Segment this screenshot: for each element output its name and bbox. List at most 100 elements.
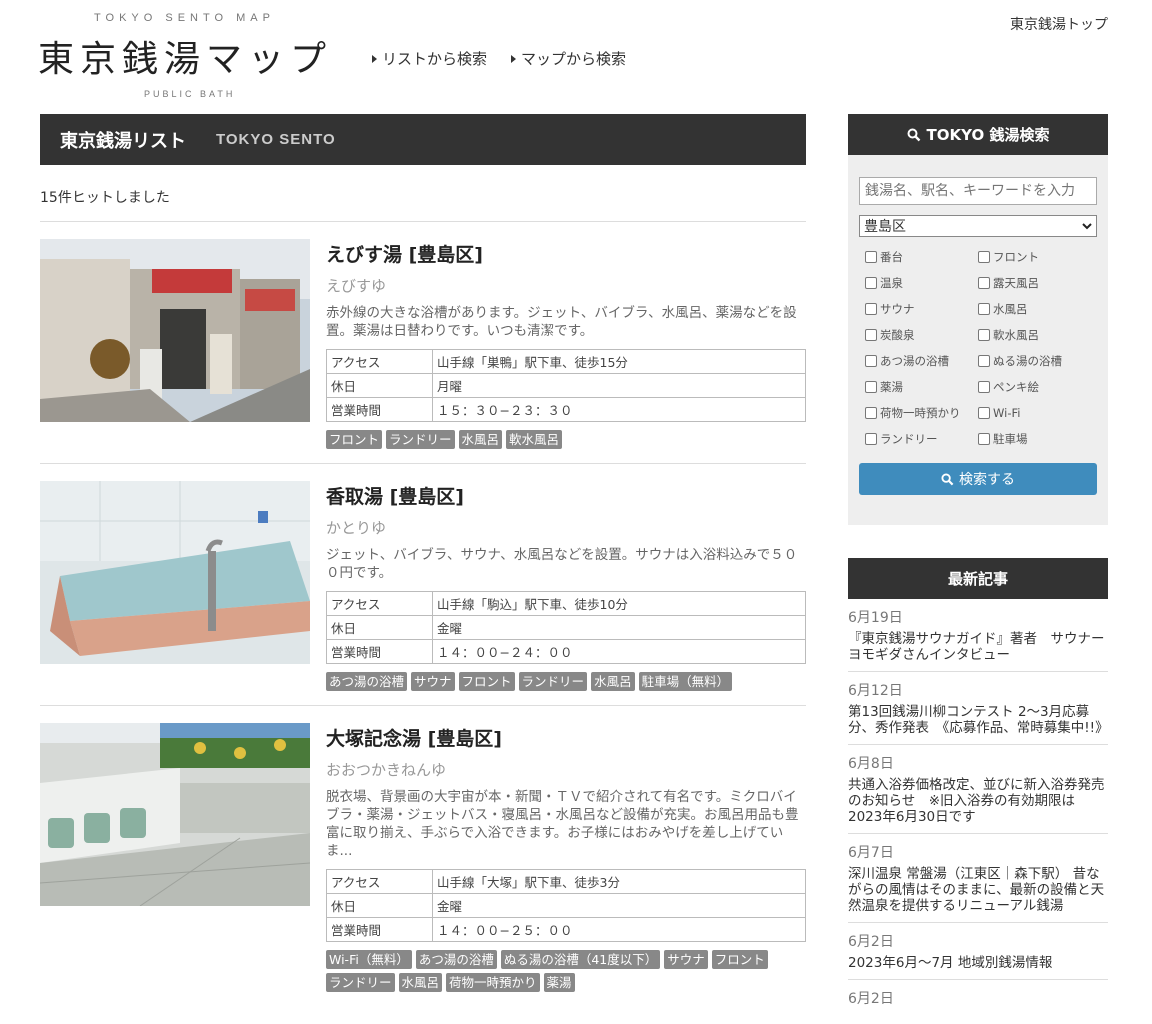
- facility-tags: Wi-Fi（無料） あつ湯の浴槽 ぬる湯の浴槽（41度以下） サウナ フロント …: [326, 950, 806, 992]
- facility-checkboxes: 番台 フロント 温泉 露天風呂 サウナ 水風呂 炭酸泉 軟水風呂 あつ湯の浴槽 …: [865, 249, 1097, 447]
- search-icon: [907, 128, 920, 141]
- checkbox-tansansen[interactable]: 炭酸泉: [865, 327, 978, 343]
- keyword-search-input[interactable]: [859, 177, 1097, 205]
- site-logo[interactable]: 東京銭湯マップ: [38, 30, 332, 82]
- facility-tag: ランドリー: [518, 672, 588, 691]
- checkbox-label: 荷物一時預かり: [880, 406, 961, 420]
- sento-kana: おおつかきねんゆ: [326, 761, 447, 779]
- nav-list-search[interactable]: リストから検索: [372, 48, 487, 69]
- search-button[interactable]: 検索する: [859, 463, 1097, 495]
- access-value: 山手線「大塚」駅下車、徒歩3分: [432, 869, 806, 894]
- sento-photo[interactable]: [40, 481, 310, 664]
- facility-tag: Wi-Fi（無料）: [326, 950, 412, 969]
- access-label: アクセス: [326, 869, 433, 894]
- main-nav: リストから検索 マップから検索: [372, 48, 626, 69]
- facility-tag: 薬湯: [543, 973, 575, 992]
- checkbox-mizuburo[interactable]: 水風呂: [978, 301, 1091, 317]
- news-date: 6月7日: [848, 845, 894, 861]
- access-value: 山手線「巣鴨」駅下車、徒歩15分: [432, 349, 806, 374]
- checkbox-label: サウナ: [880, 302, 915, 316]
- checkbox[interactable]: [865, 329, 877, 341]
- ward-select[interactable]: 豊島区: [859, 215, 1097, 237]
- checkbox-front[interactable]: フロント: [978, 249, 1091, 265]
- checkbox-bandai[interactable]: 番台: [865, 249, 978, 265]
- ward-select-value: 豊島区: [864, 219, 906, 235]
- checkbox[interactable]: [865, 407, 877, 419]
- news-item[interactable]: 6月8日 共通入浴券価格改定、並びに新入浴券発売のお知らせ ※旧入浴券の有効期限…: [848, 745, 1108, 834]
- checkbox-sauna[interactable]: サウナ: [865, 301, 978, 317]
- checkbox[interactable]: [865, 277, 877, 289]
- news-item[interactable]: 6月2日 2023年6月〜7月 地域別銭湯情報: [848, 923, 1108, 980]
- sento-kana: えびすゆ: [326, 277, 387, 295]
- hours-value: １４：００−２４：００: [432, 639, 806, 664]
- checkbox-rotenburo[interactable]: 露天風呂: [978, 275, 1091, 291]
- checkbox-parking[interactable]: 駐車場: [978, 431, 1091, 447]
- facility-tag: 水風呂: [591, 672, 635, 691]
- checkbox[interactable]: [865, 251, 877, 263]
- checkbox-label: Wi-Fi: [993, 406, 1021, 420]
- news-title[interactable]: 深川温泉 常盤湯（江東区｜森下駅） 昔ながらの風情はそのままに、最新の設備と天然…: [848, 866, 1108, 914]
- closed-value: 月曜: [432, 373, 806, 398]
- checkbox-atsuyu[interactable]: あつ湯の浴槽: [865, 353, 978, 369]
- checkbox-nuruyu[interactable]: ぬる湯の浴槽: [978, 353, 1091, 369]
- checkbox-label: フロント: [993, 250, 1039, 264]
- checkbox[interactable]: [978, 277, 990, 289]
- facility-tag: あつ湯の浴槽: [326, 672, 408, 691]
- news-item[interactable]: 6月7日 深川温泉 常盤湯（江東区｜森下駅） 昔ながらの風情はそのままに、最新の…: [848, 834, 1108, 923]
- sento-photo[interactable]: [40, 723, 310, 906]
- facility-tag: ランドリー: [326, 973, 395, 992]
- facility-tag: 水風呂: [398, 973, 443, 992]
- facility-tag: サウナ: [411, 672, 455, 691]
- checkbox-penkie[interactable]: ペンキ絵: [978, 379, 1091, 395]
- checkbox[interactable]: [978, 381, 990, 393]
- list-title-en: TOKYO SENTO: [216, 131, 336, 148]
- checkbox-label: ランドリー: [880, 432, 938, 446]
- sento-description: 脱衣場、背景画の大宇宙が本・新聞・ＴＶで紹介されて有名です。ミクロバイブラ・薬湯…: [326, 789, 799, 859]
- list-title: 東京銭湯リスト: [60, 130, 186, 152]
- checkbox[interactable]: [978, 355, 990, 367]
- news-title[interactable]: 『東京銭湯サウナガイド』著者 サウナーヨモギダさんインタビュー: [848, 631, 1108, 663]
- sento-name[interactable]: 大塚記念湯 [豊島区]: [326, 724, 806, 751]
- sento-photo[interactable]: [40, 239, 310, 422]
- news-title[interactable]: 2023年6月〜7月 地域別銭湯情報: [848, 955, 1108, 971]
- closed-value: 金曜: [432, 615, 806, 640]
- checkbox[interactable]: [978, 251, 990, 263]
- hours-label: 営業時間: [326, 397, 433, 422]
- checkbox-wifi[interactable]: Wi-Fi: [978, 405, 1091, 421]
- news-title[interactable]: 共通入浴券価格改定、並びに新入浴券発売のお知らせ ※旧入浴券の有効期限は2023…: [848, 777, 1108, 825]
- checkbox-yakuto[interactable]: 薬湯: [865, 379, 978, 395]
- checkbox-laundry[interactable]: ランドリー: [865, 431, 978, 447]
- checkbox-label: 軟水風呂: [993, 328, 1039, 342]
- hours-value: １４：００−２５：００: [432, 917, 806, 942]
- sento-info-table: アクセス 山手線「巣鴨」駅下車、徒歩15分 休日 月曜 営業時間 １５：３０−２３：３…: [326, 349, 806, 422]
- facility-tag: ぬる湯の浴槽（41度以下）: [500, 950, 661, 969]
- news-title[interactable]: 第13回銭湯川柳コンテスト 2〜3月応募分、秀作発表 《応募作品、常時募集中!!…: [848, 704, 1109, 736]
- list-item: 香取湯 [豊島区] かとりゆ ジェット、バイブラ、サウナ、水風呂などを設置。サウ…: [40, 464, 806, 706]
- checkbox-label: ペンキ絵: [993, 380, 1039, 394]
- closed-label: 休日: [326, 893, 433, 918]
- checkbox[interactable]: [865, 433, 877, 445]
- closed-label: 休日: [326, 615, 433, 640]
- sento-name[interactable]: えびす湯 [豊島区]: [326, 240, 806, 267]
- checkbox-nansui[interactable]: 軟水風呂: [978, 327, 1091, 343]
- nav-map-search-label: マップから検索: [521, 50, 627, 68]
- news-item[interactable]: 6月12日 第13回銭湯川柳コンテスト 2〜3月応募分、秀作発表 《応募作品、常…: [848, 672, 1109, 745]
- checkbox-label: あつ湯の浴槽: [880, 354, 949, 368]
- checkbox-label: 番台: [880, 250, 903, 264]
- checkbox[interactable]: [978, 329, 990, 341]
- checkbox[interactable]: [978, 303, 990, 315]
- sento-top-link[interactable]: 東京銭湯トップ: [1010, 14, 1108, 34]
- checkbox[interactable]: [978, 407, 990, 419]
- nav-map-search[interactable]: マップから検索: [511, 48, 626, 69]
- checkbox-luggage[interactable]: 荷物一時預かり: [865, 405, 978, 421]
- checkbox-onsen[interactable]: 温泉: [865, 275, 978, 291]
- news-item[interactable]: 6月19日 『東京銭湯サウナガイド』著者 サウナーヨモギダさんインタビュー: [848, 599, 1108, 672]
- checkbox[interactable]: [865, 381, 877, 393]
- checkbox-label: 駐車場: [993, 432, 1028, 446]
- sento-name[interactable]: 香取湯 [豊島区]: [326, 482, 806, 509]
- checkbox[interactable]: [978, 433, 990, 445]
- checkbox[interactable]: [865, 303, 877, 315]
- facility-tag: フロント: [711, 950, 768, 969]
- news-item[interactable]: 6月2日: [848, 980, 1108, 1016]
- checkbox[interactable]: [865, 355, 877, 367]
